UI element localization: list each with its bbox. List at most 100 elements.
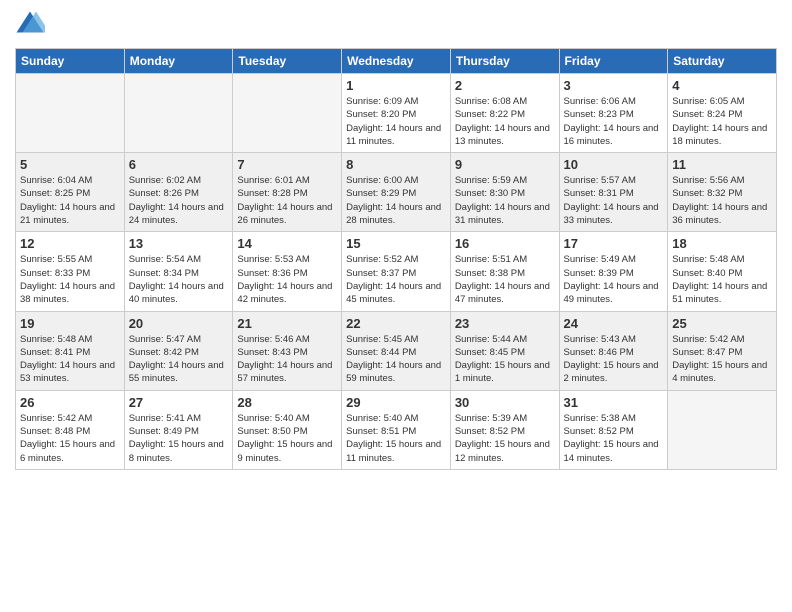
calendar-cell-3-3: 14 Sunrise: 5:53 AM Sunset: 8:36 PM Dayli…: [233, 232, 342, 311]
day-number: 20: [129, 316, 229, 331]
calendar-cell-2-5: 9 Sunrise: 5:59 AM Sunset: 8:30 PM Daylig…: [450, 153, 559, 232]
calendar-cell-5-1: 26 Sunrise: 5:42 AM Sunset: 8:48 PM Dayli…: [16, 390, 125, 469]
day-number: 30: [455, 395, 555, 410]
day-info: Sunrise: 5:42 AM Sunset: 8:47 PM Dayligh…: [672, 333, 772, 386]
calendar-cell-3-6: 17Sunrise: 5:49 AM Sunset: 8:39 PM Dayli…: [559, 232, 668, 311]
calendar-cell-1-1: [16, 74, 125, 153]
day-number: 15: [346, 236, 446, 251]
day-number: 5: [20, 157, 120, 172]
day-number: 19: [20, 316, 120, 331]
day-info: Sunrise: 5:56 AM Sunset: 8:32 PM Dayligh…: [672, 174, 772, 227]
day-number: 26: [20, 395, 120, 410]
calendar-cell-2-6: 10 Sunrise: 5:57 AM Sunset: 8:31 PM Dayli…: [559, 153, 668, 232]
day-info: Sunrise: 5:38 AM Sunset: 8:52 PM Dayligh…: [564, 412, 664, 465]
day-number: 10: [564, 157, 664, 172]
day-number: 29: [346, 395, 446, 410]
weekday-header-friday: Friday: [559, 49, 668, 74]
week-row-4: 19 Sunrise: 5:48 AM Sunset: 8:41 PM Dayli…: [16, 311, 777, 390]
day-info: Sunrise: 5:40 AM Sunset: 8:51 PM Dayligh…: [346, 412, 446, 465]
day-info: Sunrise: 6:00 AM Sunset: 8:29 PM Dayligh…: [346, 174, 446, 227]
day-number: 9: [455, 157, 555, 172]
calendar-cell-1-7: 4Sunrise: 6:05 AM Sunset: 8:24 PM Daylig…: [668, 74, 777, 153]
day-number: 16: [455, 236, 555, 251]
day-info: Sunrise: 5:45 AM Sunset: 8:44 PM Dayligh…: [346, 333, 446, 386]
calendar-cell-2-2: 6 Sunrise: 6:02 AM Sunset: 8:26 PM Daylig…: [124, 153, 233, 232]
day-info: Sunrise: 5:53 AM Sunset: 8:36 PM Dayligh…: [237, 253, 337, 306]
calendar-cell-4-4: 22 Sunrise: 5:45 AM Sunset: 8:44 PM Dayli…: [342, 311, 451, 390]
calendar-cell-5-6: 31 Sunrise: 5:38 AM Sunset: 8:52 PM Dayli…: [559, 390, 668, 469]
day-info: Sunrise: 5:52 AM Sunset: 8:37 PM Dayligh…: [346, 253, 446, 306]
header: [15, 10, 777, 40]
calendar-cell-4-7: 25Sunrise: 5:42 AM Sunset: 8:47 PM Dayli…: [668, 311, 777, 390]
day-number: 3: [564, 78, 664, 93]
day-info: Sunrise: 5:46 AM Sunset: 8:43 PM Dayligh…: [237, 333, 337, 386]
day-info: Sunrise: 6:02 AM Sunset: 8:26 PM Dayligh…: [129, 174, 229, 227]
calendar-cell-1-2: [124, 74, 233, 153]
day-info: Sunrise: 5:43 AM Sunset: 8:46 PM Dayligh…: [564, 333, 664, 386]
day-number: 21: [237, 316, 337, 331]
calendar-cell-3-5: 16 Sunrise: 5:51 AM Sunset: 8:38 PM Dayli…: [450, 232, 559, 311]
day-number: 27: [129, 395, 229, 410]
calendar-table: SundayMondayTuesdayWednesdayThursdayFrid…: [15, 48, 777, 470]
week-row-5: 26 Sunrise: 5:42 AM Sunset: 8:48 PM Dayli…: [16, 390, 777, 469]
calendar-cell-1-6: 3Sunrise: 6:06 AM Sunset: 8:23 PM Daylig…: [559, 74, 668, 153]
weekday-header-wednesday: Wednesday: [342, 49, 451, 74]
day-info: Sunrise: 6:04 AM Sunset: 8:25 PM Dayligh…: [20, 174, 120, 227]
day-number: 11: [672, 157, 772, 172]
day-info: Sunrise: 5:44 AM Sunset: 8:45 PM Dayligh…: [455, 333, 555, 386]
calendar-cell-5-7: [668, 390, 777, 469]
day-number: 1: [346, 78, 446, 93]
weekday-header-sunday: Sunday: [16, 49, 125, 74]
day-info: Sunrise: 5:59 AM Sunset: 8:30 PM Dayligh…: [455, 174, 555, 227]
day-number: 31: [564, 395, 664, 410]
day-number: 2: [455, 78, 555, 93]
calendar-cell-3-4: 15 Sunrise: 5:52 AM Sunset: 8:37 PM Dayli…: [342, 232, 451, 311]
day-info: Sunrise: 5:48 AM Sunset: 8:40 PM Dayligh…: [672, 253, 772, 306]
calendar-cell-5-2: 27 Sunrise: 5:41 AM Sunset: 8:49 PM Dayli…: [124, 390, 233, 469]
day-number: 4: [672, 78, 772, 93]
day-info: Sunrise: 5:48 AM Sunset: 8:41 PM Dayligh…: [20, 333, 120, 386]
day-info: Sunrise: 5:42 AM Sunset: 8:48 PM Dayligh…: [20, 412, 120, 465]
calendar-cell-2-3: 7 Sunrise: 6:01 AM Sunset: 8:28 PM Daylig…: [233, 153, 342, 232]
day-info: Sunrise: 6:01 AM Sunset: 8:28 PM Dayligh…: [237, 174, 337, 227]
day-number: 28: [237, 395, 337, 410]
day-number: 24: [564, 316, 664, 331]
weekday-header-row: SundayMondayTuesdayWednesdayThursdayFrid…: [16, 49, 777, 74]
week-row-2: 5 Sunrise: 6:04 AM Sunset: 8:25 PM Daylig…: [16, 153, 777, 232]
day-number: 18: [672, 236, 772, 251]
day-number: 13: [129, 236, 229, 251]
day-info: Sunrise: 5:40 AM Sunset: 8:50 PM Dayligh…: [237, 412, 337, 465]
calendar-cell-3-7: 18 Sunrise: 5:48 AM Sunset: 8:40 PM Dayli…: [668, 232, 777, 311]
day-info: Sunrise: 6:08 AM Sunset: 8:22 PM Dayligh…: [455, 95, 555, 148]
page: SundayMondayTuesdayWednesdayThursdayFrid…: [0, 0, 792, 480]
day-number: 23: [455, 316, 555, 331]
calendar-cell-4-6: 24 Sunrise: 5:43 AM Sunset: 8:46 PM Dayli…: [559, 311, 668, 390]
day-number: 17: [564, 236, 664, 251]
calendar-cell-4-5: 23 Sunrise: 5:44 AM Sunset: 8:45 PM Dayli…: [450, 311, 559, 390]
calendar-cell-3-1: 12Sunrise: 5:55 AM Sunset: 8:33 PM Dayli…: [16, 232, 125, 311]
calendar-cell-2-7: 11 Sunrise: 5:56 AM Sunset: 8:32 PM Dayli…: [668, 153, 777, 232]
day-number: 7: [237, 157, 337, 172]
calendar-cell-2-1: 5 Sunrise: 6:04 AM Sunset: 8:25 PM Daylig…: [16, 153, 125, 232]
calendar-cell-5-3: 28 Sunrise: 5:40 AM Sunset: 8:50 PM Dayli…: [233, 390, 342, 469]
calendar-cell-5-5: 30 Sunrise: 5:39 AM Sunset: 8:52 PM Dayli…: [450, 390, 559, 469]
logo: [15, 10, 49, 40]
week-row-3: 12Sunrise: 5:55 AM Sunset: 8:33 PM Dayli…: [16, 232, 777, 311]
day-info: Sunrise: 5:51 AM Sunset: 8:38 PM Dayligh…: [455, 253, 555, 306]
calendar-cell-1-5: 2 Sunrise: 6:08 AM Sunset: 8:22 PM Daylig…: [450, 74, 559, 153]
day-number: 22: [346, 316, 446, 331]
day-number: 6: [129, 157, 229, 172]
weekday-header-monday: Monday: [124, 49, 233, 74]
calendar-cell-4-1: 19 Sunrise: 5:48 AM Sunset: 8:41 PM Dayli…: [16, 311, 125, 390]
day-number: 14: [237, 236, 337, 251]
weekday-header-saturday: Saturday: [668, 49, 777, 74]
weekday-header-tuesday: Tuesday: [233, 49, 342, 74]
weekday-header-thursday: Thursday: [450, 49, 559, 74]
calendar-cell-4-3: 21 Sunrise: 5:46 AM Sunset: 8:43 PM Dayli…: [233, 311, 342, 390]
week-row-1: 1Sunrise: 6:09 AM Sunset: 8:20 PM Daylig…: [16, 74, 777, 153]
day-info: Sunrise: 5:39 AM Sunset: 8:52 PM Dayligh…: [455, 412, 555, 465]
day-info: Sunrise: 5:57 AM Sunset: 8:31 PM Dayligh…: [564, 174, 664, 227]
day-info: Sunrise: 5:41 AM Sunset: 8:49 PM Dayligh…: [129, 412, 229, 465]
day-info: Sunrise: 5:55 AM Sunset: 8:33 PM Dayligh…: [20, 253, 120, 306]
calendar-cell-5-4: 29 Sunrise: 5:40 AM Sunset: 8:51 PM Dayli…: [342, 390, 451, 469]
